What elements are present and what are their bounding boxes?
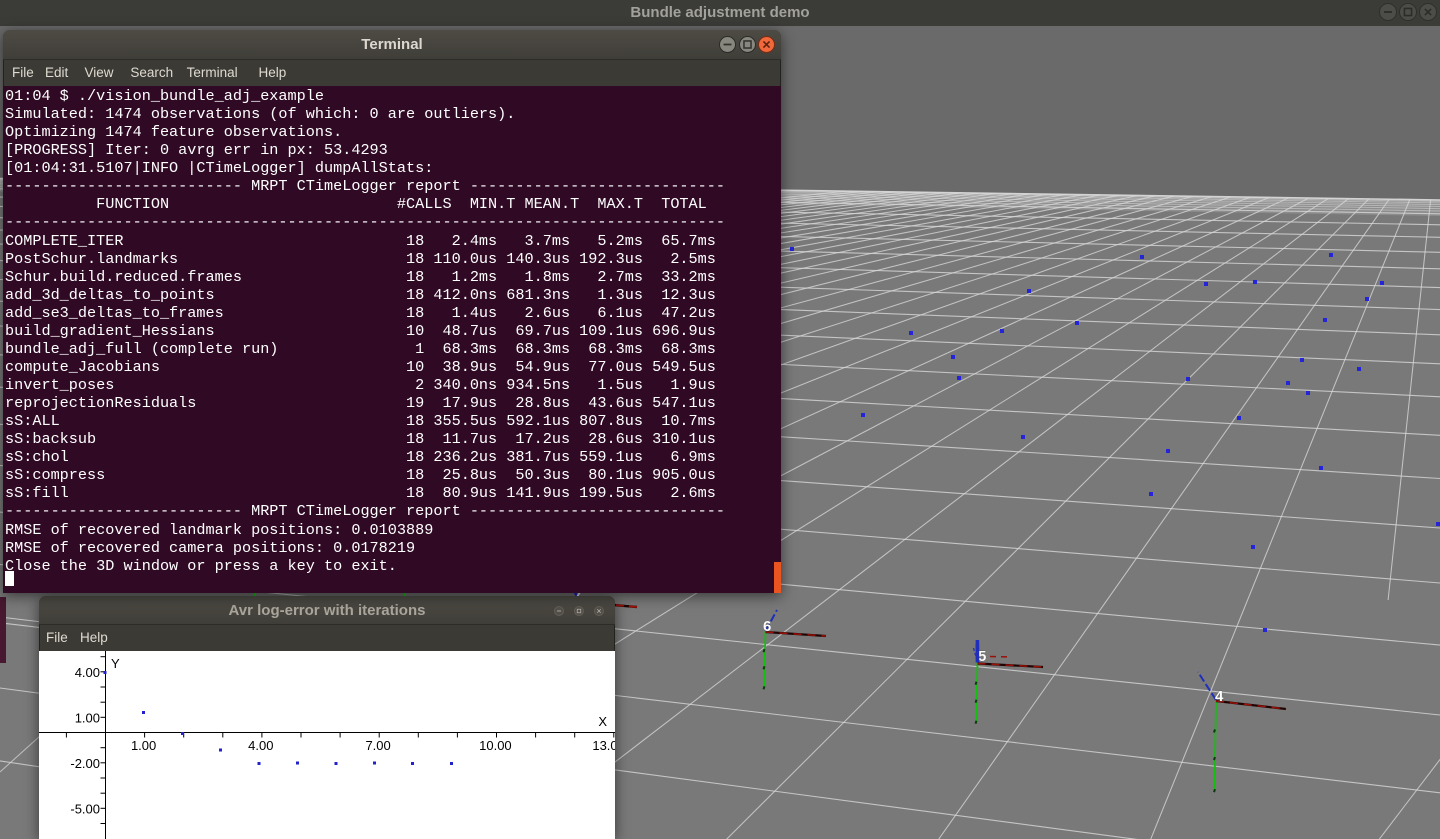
svg-text:4.00: 4.00 (248, 738, 273, 753)
svg-text:1.00: 1.00 (131, 738, 156, 753)
svg-text:13.0: 13.0 (592, 738, 615, 753)
svg-text:4.00: 4.00 (75, 665, 100, 680)
svg-text:-2.00: -2.00 (70, 756, 100, 771)
svg-text:4: 4 (1215, 688, 1224, 705)
svg-text:6: 6 (763, 618, 771, 635)
svg-text:10.00: 10.00 (479, 738, 512, 753)
svg-text:7.00: 7.00 (365, 738, 390, 753)
svg-text:1.00: 1.00 (75, 711, 100, 726)
svg-text:5: 5 (978, 648, 986, 665)
svg-text:-5.00: -5.00 (70, 802, 100, 817)
svg-text:X: X (598, 714, 607, 729)
svg-text:Y: Y (111, 656, 120, 671)
